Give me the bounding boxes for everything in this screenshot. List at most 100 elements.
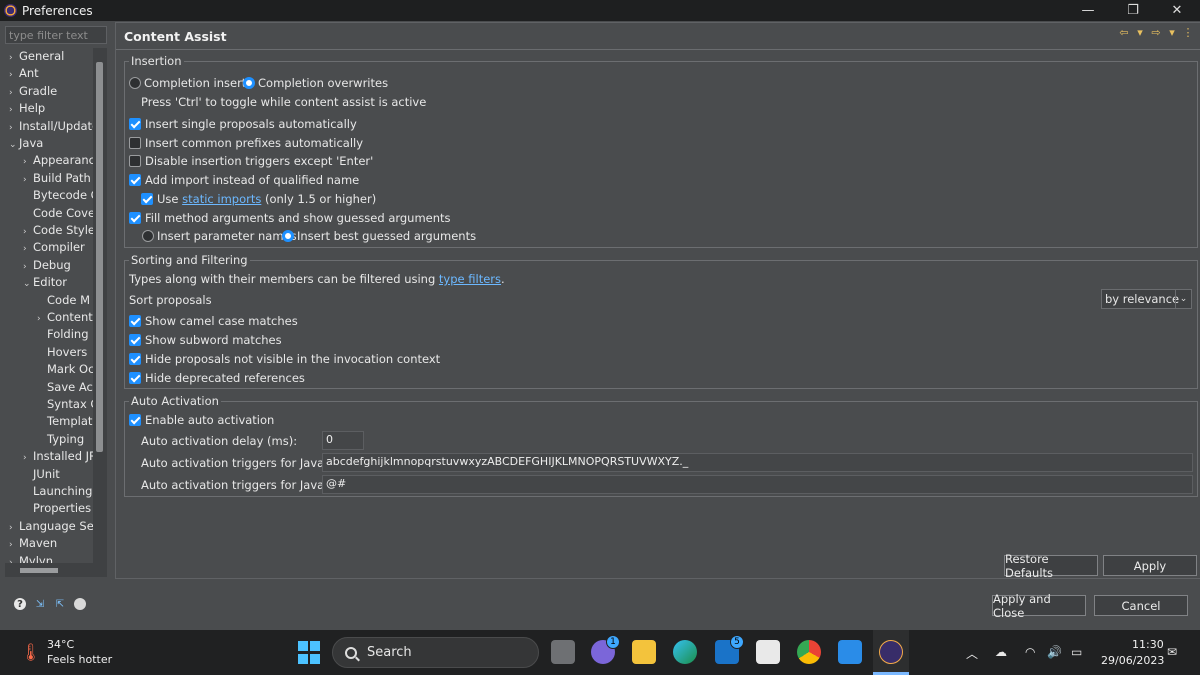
back-menu-icon[interactable]: ▾ xyxy=(1134,26,1146,39)
tree-item[interactable]: › Build Path xyxy=(23,170,91,187)
export-icon[interactable]: ⇱ xyxy=(54,598,66,610)
chevron-up-icon[interactable]: ︿ xyxy=(966,645,978,662)
tree-item[interactable]: Folding xyxy=(37,326,89,343)
javadoc-triggers-input[interactable]: @# xyxy=(322,475,1193,494)
tree-item[interactable]: › Compiler xyxy=(23,239,85,256)
completion-overwrites-radio[interactable]: Completion overwrites xyxy=(243,74,388,92)
weather-desc[interactable]: Feels hotter xyxy=(47,653,112,666)
tree-item[interactable]: ⌄ Java xyxy=(9,135,43,152)
expanded-arrow-icon[interactable]: ⌄ xyxy=(9,137,19,154)
forward-arrow-icon[interactable]: ⇨ xyxy=(1150,26,1162,39)
tree-item[interactable]: › Code Style xyxy=(23,222,93,239)
thermometer-icon[interactable]: 🌡 xyxy=(20,643,42,663)
completion-inserts-radio[interactable]: Completion inserts xyxy=(129,74,252,92)
checkbox-checked[interactable] xyxy=(129,212,141,224)
tree-item[interactable]: ⌄ Editor xyxy=(23,274,67,291)
enable-auto-activation-checkbox[interactable]: Enable auto activation xyxy=(129,411,274,429)
file-explorer-icon[interactable] xyxy=(632,640,656,664)
tree-item[interactable]: › Maven xyxy=(9,535,57,552)
insert-common-checkbox[interactable]: Insert common prefixes automatically xyxy=(129,134,363,152)
onedrive-icon[interactable]: ☁ xyxy=(995,645,1007,659)
tree-item[interactable]: › Install/Update xyxy=(9,118,93,135)
static-imports-link[interactable]: static imports xyxy=(182,192,261,206)
tree-item[interactable]: Mark Oc xyxy=(37,361,93,378)
wifi-icon[interactable]: ◠ xyxy=(1025,645,1035,659)
restore-button[interactable]: ❐ xyxy=(1111,0,1155,21)
close-button[interactable]: ✕ xyxy=(1155,0,1199,21)
help-icon[interactable]: ? xyxy=(14,598,26,610)
radio-on[interactable] xyxy=(282,230,294,242)
filter-input[interactable] xyxy=(5,26,107,44)
tree-item[interactable]: ›Language Serv xyxy=(9,518,93,535)
volume-icon[interactable]: 🔊 xyxy=(1047,645,1062,659)
radio-off[interactable] xyxy=(129,77,141,89)
taskbar-search[interactable]: Search xyxy=(332,637,539,668)
microsoft-store-icon[interactable] xyxy=(756,640,780,664)
tree-item[interactable]: Templat xyxy=(37,413,92,430)
add-import-checkbox[interactable]: Add import instead of qualified name xyxy=(129,171,359,189)
chrome-icon[interactable] xyxy=(797,640,821,664)
use-static-imports-checkbox[interactable]: Use static imports (only 1.5 or higher) xyxy=(141,190,376,208)
insert-single-checkbox[interactable]: Insert single proposals automatically xyxy=(129,115,357,133)
checkbox-checked[interactable] xyxy=(129,118,141,130)
notifications-icon[interactable]: ✉ xyxy=(1167,645,1177,659)
tree-vertical-scrollbar[interactable] xyxy=(93,48,107,563)
scrollbar-thumb[interactable] xyxy=(96,62,103,452)
tree-item[interactable]: Bytecode C xyxy=(23,187,93,204)
tree-item[interactable]: Code M xyxy=(37,292,90,309)
oomph-icon[interactable] xyxy=(74,598,86,610)
clock-date[interactable]: 29/06/2023 xyxy=(1101,654,1164,667)
tree-item[interactable]: Save Ac xyxy=(37,379,93,396)
cancel-button[interactable]: Cancel xyxy=(1094,595,1188,616)
tree-item[interactable]: JUnit xyxy=(23,466,60,483)
tree-item[interactable]: › General xyxy=(9,48,64,65)
checkbox-checked[interactable] xyxy=(129,372,141,384)
insert-param-names-radio[interactable]: Insert parameter names xyxy=(142,227,297,245)
fill-args-checkbox[interactable]: Fill method arguments and show guessed a… xyxy=(129,209,451,227)
chevron-down-icon[interactable]: ⌄ xyxy=(1175,290,1191,308)
view-menu-icon[interactable]: ⋮ xyxy=(1182,26,1194,39)
checkbox-checked[interactable] xyxy=(129,414,141,426)
tree-item[interactable]: › Debug xyxy=(23,257,71,274)
minimize-button[interactable]: — xyxy=(1066,0,1110,21)
apply-button[interactable]: Apply xyxy=(1103,555,1197,576)
delay-input[interactable]: 0 xyxy=(322,431,364,450)
radio-off[interactable] xyxy=(142,230,154,242)
tree-item[interactable]: › Installed JR xyxy=(23,448,93,465)
radio-on[interactable] xyxy=(243,77,255,89)
type-filters-link[interactable]: type filters xyxy=(439,272,501,286)
checkbox-checked[interactable] xyxy=(129,353,141,365)
task-view-icon[interactable] xyxy=(551,640,575,664)
collapsed-arrow-icon[interactable]: › xyxy=(9,555,19,563)
teams-chat-icon[interactable]: 1 xyxy=(591,635,620,664)
clock-time[interactable]: 11:30 xyxy=(1132,638,1164,651)
checkbox-checked[interactable] xyxy=(141,193,153,205)
insert-best-guessed-radio[interactable]: Insert best guessed arguments xyxy=(282,227,476,245)
apply-and-close-button[interactable]: Apply and Close xyxy=(992,592,1086,620)
checkbox-checked[interactable] xyxy=(129,334,141,346)
tree-item[interactable]: › Ant xyxy=(9,65,39,82)
weather-temp[interactable]: 34°C xyxy=(47,638,74,651)
camel-case-checkbox[interactable]: Show camel case matches xyxy=(129,312,298,330)
restore-defaults-button[interactable]: Restore Defaults xyxy=(1004,552,1098,580)
import-icon[interactable]: ⇲ xyxy=(34,598,46,610)
checkbox-unchecked[interactable] xyxy=(129,137,141,149)
tree-item[interactable]: Typing xyxy=(37,431,84,448)
tree-item[interactable]: ›Appearance xyxy=(23,152,93,169)
hide-deprecated-checkbox[interactable]: Hide deprecated references xyxy=(129,369,305,387)
checkbox-checked[interactable] xyxy=(129,174,141,186)
windows-start-icon[interactable] xyxy=(297,640,321,664)
java-triggers-input[interactable]: abcdefghijklmnopqrstuvwxyzABCDEFGHIJKLMN… xyxy=(322,453,1193,472)
back-arrow-icon[interactable]: ⇦ xyxy=(1118,26,1130,39)
tree-item[interactable]: › Help xyxy=(9,100,45,117)
tree-item[interactable]: Launching xyxy=(23,483,92,500)
expanded-arrow-icon[interactable]: ⌄ xyxy=(23,276,33,293)
subword-checkbox[interactable]: Show subword matches xyxy=(129,331,282,349)
checkbox-unchecked[interactable] xyxy=(129,155,141,167)
tree-item[interactable]: Properties I xyxy=(23,500,93,517)
tree-horizontal-scrollbar[interactable] xyxy=(5,563,107,577)
forward-menu-icon[interactable]: ▾ xyxy=(1166,26,1178,39)
tree-item[interactable]: › Content xyxy=(37,309,93,326)
tree-item[interactable]: › Mylyn xyxy=(9,553,53,563)
tree-item[interactable]: Code Cove xyxy=(23,205,93,222)
